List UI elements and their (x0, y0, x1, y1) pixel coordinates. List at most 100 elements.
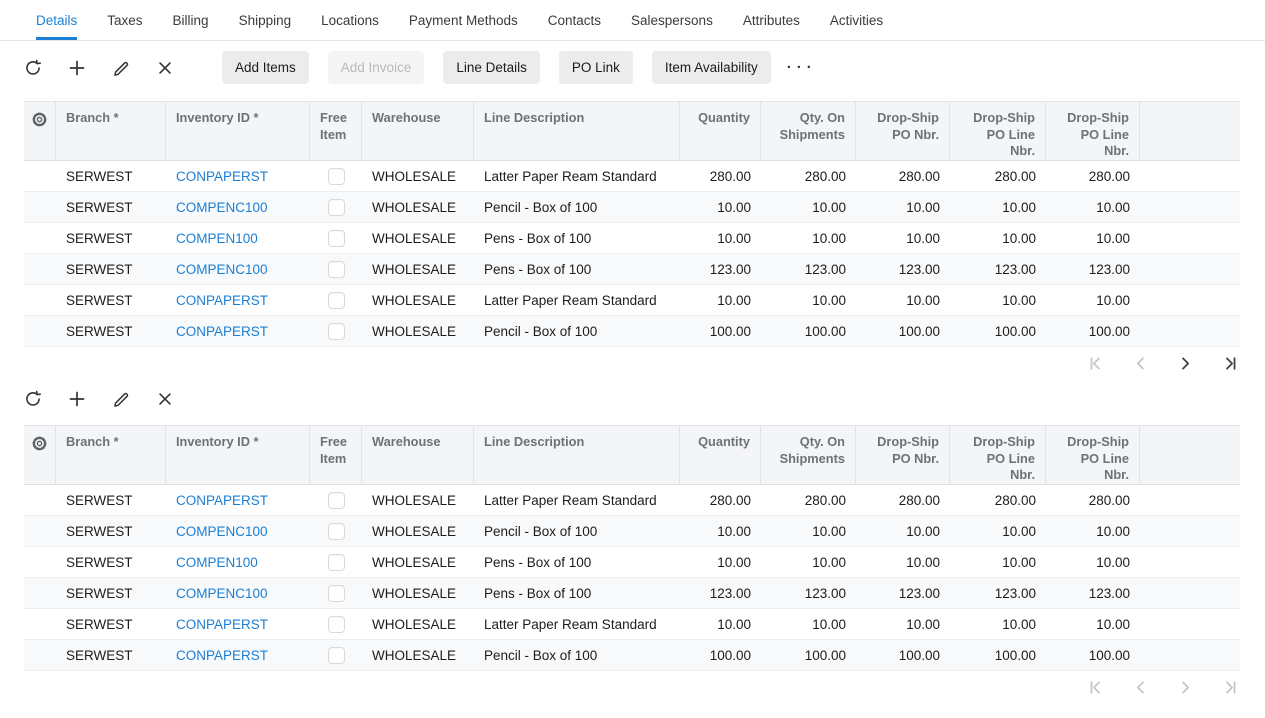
column-header-line-description[interactable]: Line Description (474, 102, 680, 160)
inventory-id-cell[interactable]: CONPAPERST (166, 316, 310, 346)
qty-on-shipments-cell[interactable]: 10.00 (761, 223, 856, 253)
free-item-checkbox[interactable] (328, 616, 345, 633)
refresh-icon[interactable] (24, 59, 42, 77)
free-item-checkbox[interactable] (328, 292, 345, 309)
drop-ship-po-nbr-cell[interactable]: 10.00 (856, 609, 950, 639)
inventory-id-link[interactable]: COMPEN100 (176, 555, 258, 570)
column-header-drop-ship-po-line-nbr-2[interactable]: Drop-Ship PO Line Nbr. (1046, 102, 1140, 160)
drop-ship-po-line-nbr-cell[interactable]: 280.00 (950, 485, 1046, 515)
quantity-cell[interactable]: 280.00 (680, 161, 761, 191)
drop-ship-po-line-nbr-cell[interactable]: 123.00 (950, 254, 1046, 284)
column-header-qty-on-shipments[interactable]: Qty. On Shipments (761, 426, 856, 484)
quantity-cell[interactable]: 123.00 (680, 578, 761, 608)
tab-shipping[interactable]: Shipping (239, 0, 292, 40)
inventory-id-cell[interactable]: COMPENC100 (166, 254, 310, 284)
edit-row-icon[interactable] (112, 390, 130, 408)
qty-on-shipments-cell[interactable]: 123.00 (761, 578, 856, 608)
free-item-checkbox[interactable] (328, 554, 345, 571)
drop-ship-po-line-nbr-2-cell[interactable]: 10.00 (1046, 223, 1140, 253)
inventory-id-cell[interactable]: COMPENC100 (166, 192, 310, 222)
drop-ship-po-line-nbr-cell[interactable]: 123.00 (950, 578, 1046, 608)
line-description-cell[interactable]: Pens - Box of 100 (474, 254, 680, 284)
quantity-cell[interactable]: 10.00 (680, 285, 761, 315)
delete-row-icon[interactable] (156, 390, 174, 408)
column-header-free-item[interactable]: Free Item (310, 426, 362, 484)
drop-ship-po-nbr-cell[interactable]: 123.00 (856, 578, 950, 608)
inventory-id-cell[interactable]: CONPAPERST (166, 161, 310, 191)
drop-ship-po-nbr-cell[interactable]: 10.00 (856, 547, 950, 577)
inventory-id-cell[interactable]: COMPENC100 (166, 578, 310, 608)
drop-ship-po-line-nbr-2-cell[interactable]: 100.00 (1046, 640, 1140, 670)
item-availability-button[interactable]: Item Availability (652, 51, 771, 84)
tab-details[interactable]: Details (36, 0, 77, 40)
branch-cell[interactable]: SERWEST (56, 285, 166, 315)
line-description-cell[interactable]: Latter Paper Ream Standard (474, 485, 680, 515)
branch-cell[interactable]: SERWEST (56, 192, 166, 222)
column-header-branch[interactable]: Branch * (56, 426, 166, 484)
tab-taxes[interactable]: Taxes (107, 0, 142, 40)
quantity-cell[interactable]: 10.00 (680, 192, 761, 222)
line-description-cell[interactable]: Latter Paper Ream Standard (474, 161, 680, 191)
branch-cell[interactable]: SERWEST (56, 223, 166, 253)
line-description-cell[interactable]: Latter Paper Ream Standard (474, 609, 680, 639)
column-header-drop-ship-po-line-nbr[interactable]: Drop-Ship PO Line Nbr. (950, 426, 1046, 484)
column-header-inventory-id[interactable]: Inventory ID * (166, 426, 310, 484)
inventory-id-link[interactable]: COMPENC100 (176, 200, 268, 215)
warehouse-cell[interactable]: WHOLESALE (362, 192, 474, 222)
grid-settings-button[interactable] (24, 102, 56, 160)
toolbar-more-button[interactable]: ··· (787, 59, 817, 76)
quantity-cell[interactable]: 10.00 (680, 609, 761, 639)
warehouse-cell[interactable]: WHOLESALE (362, 578, 474, 608)
branch-cell[interactable]: SERWEST (56, 316, 166, 346)
drop-ship-po-line-nbr-2-cell[interactable]: 100.00 (1046, 316, 1140, 346)
free-item-checkbox[interactable] (328, 523, 345, 540)
inventory-id-link[interactable]: COMPENC100 (176, 262, 268, 277)
inventory-id-cell[interactable]: CONPAPERST (166, 285, 310, 315)
inventory-id-cell[interactable]: CONPAPERST (166, 640, 310, 670)
warehouse-cell[interactable]: WHOLESALE (362, 223, 474, 253)
line-description-cell[interactable]: Latter Paper Ream Standard (474, 285, 680, 315)
qty-on-shipments-cell[interactable]: 123.00 (761, 254, 856, 284)
qty-on-shipments-cell[interactable]: 280.00 (761, 161, 856, 191)
column-header-inventory-id[interactable]: Inventory ID * (166, 102, 310, 160)
drop-ship-po-nbr-cell[interactable]: 10.00 (856, 223, 950, 253)
warehouse-cell[interactable]: WHOLESALE (362, 609, 474, 639)
line-description-cell[interactable]: Pens - Box of 100 (474, 547, 680, 577)
refresh-icon[interactable] (24, 390, 42, 408)
column-header-free-item[interactable]: Free Item (310, 102, 362, 160)
branch-cell[interactable]: SERWEST (56, 254, 166, 284)
inventory-id-link[interactable]: COMPENC100 (176, 524, 268, 539)
column-header-line-description[interactable]: Line Description (474, 426, 680, 484)
drop-ship-po-nbr-cell[interactable]: 280.00 (856, 485, 950, 515)
inventory-id-cell[interactable]: COMPEN100 (166, 547, 310, 577)
warehouse-cell[interactable]: WHOLESALE (362, 640, 474, 670)
drop-ship-po-line-nbr-cell[interactable]: 10.00 (950, 285, 1046, 315)
column-header-warehouse[interactable]: Warehouse (362, 102, 474, 160)
column-header-drop-ship-po-nbr[interactable]: Drop-Ship PO Nbr. (856, 102, 950, 160)
free-item-checkbox[interactable] (328, 492, 345, 509)
drop-ship-po-line-nbr-cell[interactable]: 10.00 (950, 192, 1046, 222)
inventory-id-link[interactable]: CONPAPERST (176, 493, 268, 508)
tab-payment-methods[interactable]: Payment Methods (409, 0, 518, 40)
branch-cell[interactable]: SERWEST (56, 547, 166, 577)
drop-ship-po-line-nbr-2-cell[interactable]: 280.00 (1046, 161, 1140, 191)
quantity-cell[interactable]: 10.00 (680, 547, 761, 577)
free-item-checkbox[interactable] (328, 199, 345, 216)
inventory-id-link[interactable]: CONPAPERST (176, 169, 268, 184)
free-item-checkbox[interactable] (328, 261, 345, 278)
add-items-button[interactable]: Add Items (222, 51, 309, 84)
edit-row-icon[interactable] (112, 59, 130, 77)
po-link-button[interactable]: PO Link (559, 51, 633, 84)
column-header-warehouse[interactable]: Warehouse (362, 426, 474, 484)
drop-ship-po-nbr-cell[interactable]: 280.00 (856, 161, 950, 191)
inventory-id-link[interactable]: CONPAPERST (176, 617, 268, 632)
qty-on-shipments-cell[interactable]: 100.00 (761, 316, 856, 346)
drop-ship-po-line-nbr-cell[interactable]: 280.00 (950, 161, 1046, 191)
free-item-checkbox[interactable] (328, 647, 345, 664)
qty-on-shipments-cell[interactable]: 10.00 (761, 192, 856, 222)
tab-billing[interactable]: Billing (173, 0, 209, 40)
quantity-cell[interactable]: 10.00 (680, 516, 761, 546)
tab-locations[interactable]: Locations (321, 0, 379, 40)
qty-on-shipments-cell[interactable]: 280.00 (761, 485, 856, 515)
column-header-branch[interactable]: Branch * (56, 102, 166, 160)
